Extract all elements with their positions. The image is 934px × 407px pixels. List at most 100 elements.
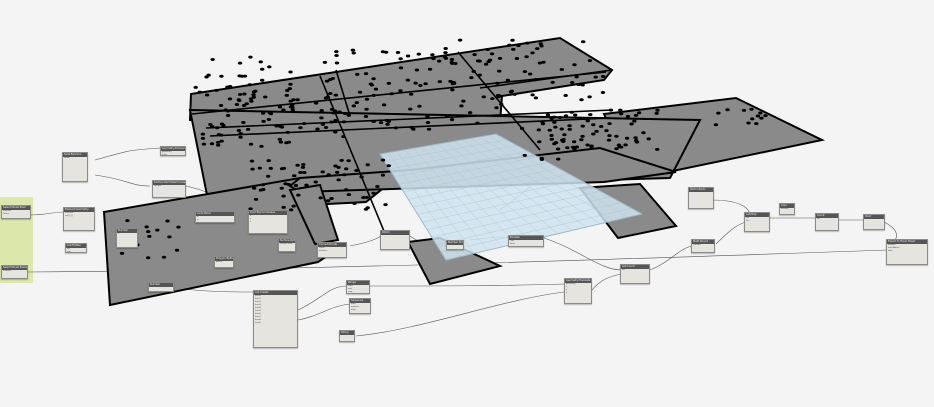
node-range[interactable]: Range start end step xyxy=(346,280,370,294)
building-marker xyxy=(334,61,340,65)
node-point-bycoordinates[interactable]: Point.ByCoordinates x y z xyxy=(248,210,288,234)
node-input-port[interactable]: Select xyxy=(2,213,30,216)
node-list-count[interactable]: List.Count list xyxy=(620,264,650,284)
building-marker xyxy=(364,97,370,101)
building-marker xyxy=(497,56,503,60)
building-marker xyxy=(161,255,167,259)
node-sequence[interactable]: Sequence start amount step xyxy=(349,298,371,314)
node-input-port[interactable]: list xyxy=(621,269,649,272)
node-input-port[interactable]: z xyxy=(565,292,591,295)
building-marker xyxy=(436,59,442,63)
node-boolean[interactable]: Boolean True False xyxy=(508,235,544,247)
building-marker xyxy=(288,82,293,86)
building-marker xyxy=(625,114,631,118)
building-marker xyxy=(417,104,422,108)
building-marker xyxy=(245,127,251,131)
node-area[interactable]: Area surface xyxy=(779,203,795,215)
node-geometry-translate[interactable]: Geometry.Translate geometry x y z xyxy=(564,278,592,304)
building-marker xyxy=(369,83,375,87)
node-point[interactable]: Point xyxy=(863,214,885,230)
node-curve-extrude[interactable]: Curve.Extrude curve distance xyxy=(317,242,347,258)
building-marker xyxy=(600,90,606,94)
node-number[interactable]: Number 0 xyxy=(116,228,138,248)
node-input-port[interactable]: amt xyxy=(66,251,86,254)
node-input-port[interactable]: number xyxy=(692,244,714,247)
node-input-port[interactable]: solids xyxy=(63,157,87,160)
building-marker xyxy=(494,106,499,110)
node-input-port[interactable]: False xyxy=(509,243,543,246)
building-marker xyxy=(214,88,219,92)
node-watch[interactable]: Watch xyxy=(380,230,410,250)
building-marker xyxy=(572,147,577,151)
node-input-port[interactable]: data xyxy=(887,250,927,253)
building-marker xyxy=(569,110,574,114)
node-input-port[interactable]: item9 xyxy=(254,322,297,325)
node-math-round[interactable]: Math.Round number xyxy=(691,239,715,253)
node-surface-bypatch[interactable]: Surface.ByPatchclosedCurve xyxy=(278,238,296,252)
node-input-port[interactable]: step xyxy=(350,309,370,312)
node-input-port[interactable]: z; xyxy=(196,222,234,225)
node-input-port[interactable]: points xyxy=(215,261,233,264)
building-marker xyxy=(389,92,394,96)
node-number[interactable]: Number xyxy=(148,282,174,292)
building-marker xyxy=(405,54,411,58)
node-input-port[interactable]: closedCurve xyxy=(279,243,295,246)
node-list-create[interactable]: List.Create item0 item1 item2 item3 item4 item… xyxy=(253,290,298,348)
connector-wire xyxy=(297,303,351,321)
node-list-map[interactable]: List.Map list f(x) xyxy=(744,212,770,232)
building-marker xyxy=(475,121,480,125)
building-marker xyxy=(443,51,448,55)
building-marker xyxy=(354,101,359,105)
node-input-port[interactable]: Element xyxy=(2,270,27,273)
graph-canvas[interactable]: Select Model Elem Element Select Element.Ge… xyxy=(0,0,934,407)
node-element-geometry[interactable]: Element.Geometry element var[]..[] xyxy=(63,207,95,231)
building-marker xyxy=(580,40,586,44)
building-marker xyxy=(333,130,338,134)
building-marker xyxy=(522,70,528,74)
node-input-port[interactable]: list xyxy=(816,218,838,221)
node-input-port[interactable]: var[]..[] xyxy=(64,215,94,218)
node-list-flatten[interactable]: List.Flatten list amt xyxy=(65,243,87,253)
building-marker xyxy=(539,158,545,162)
building-marker xyxy=(267,111,272,115)
building-marker xyxy=(477,59,482,63)
building-marker xyxy=(259,144,264,148)
building-marker xyxy=(284,93,290,97)
building-marker xyxy=(571,140,577,144)
building-marker xyxy=(363,72,369,76)
building-marker xyxy=(300,165,306,169)
building-marker xyxy=(587,95,592,99)
node-input-port[interactable]: 0 xyxy=(117,233,137,236)
node-select-model-element[interactable]: Select Model ElementElement xyxy=(1,265,28,279)
node-ports: Element Select xyxy=(2,210,30,216)
node-surface-perimetercurves[interactable]: Surface.PerimeterCurves surface xyxy=(152,180,186,198)
node-input-port[interactable]: surface xyxy=(780,208,794,211)
node-ports: x; y; z; xyxy=(196,216,234,225)
building-marker xyxy=(538,42,543,46)
building-marker xyxy=(364,195,370,199)
building-marker xyxy=(540,120,545,124)
building-marker xyxy=(633,113,639,117)
node-number-slider[interactable]: Number Slider xyxy=(446,240,464,250)
node-input-port[interactable]: distance xyxy=(318,250,346,253)
node-input-port[interactable]: other xyxy=(161,154,185,157)
building-marker xyxy=(286,182,291,186)
building-marker xyxy=(413,81,418,85)
node-count[interactable]: Count list xyxy=(815,213,839,231)
building-marker xyxy=(545,113,551,117)
node-geometry-intersect[interactable]: Geometry.Intersect geometry other xyxy=(160,146,186,156)
node-polygon-bypoints[interactable]: Polygon.ByPointspoints xyxy=(214,256,234,268)
node-input-port[interactable]: step xyxy=(347,291,369,294)
building-marker xyxy=(411,127,416,131)
node-string[interactable]: String xyxy=(339,330,355,342)
node-select-model-elem[interactable]: Select Model Elem Element Select xyxy=(1,205,31,219)
node-input-port[interactable]: surface xyxy=(153,185,185,188)
building-marker xyxy=(225,114,231,118)
node-export-to-excel-sheet[interactable]: Export To Excel Sheet filePath sheetName da… xyxy=(886,239,928,265)
node-solid-byunion[interactable]: Solid.ByUnion solids xyxy=(62,152,88,182)
node-code-block[interactable]: Code Block x; y; z; xyxy=(195,211,235,225)
node-input-port[interactable]: z xyxy=(249,221,287,224)
building-marker xyxy=(346,113,351,117)
node-input-port[interactable]: f(x) xyxy=(745,220,769,223)
node-vector-zaxis[interactable]: Vector.ZAxis xyxy=(688,187,714,209)
